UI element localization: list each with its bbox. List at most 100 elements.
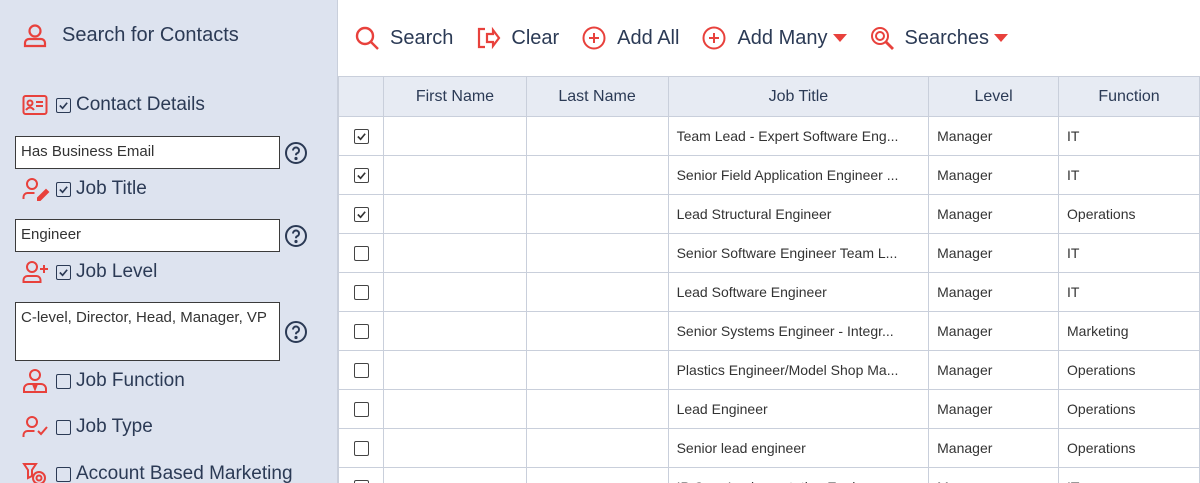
first-name-cell [383,428,527,468]
help-icon[interactable] [284,224,308,248]
sidebar: Search for Contacts Contact Details Has … [0,0,337,483]
job-title-field[interactable]: Engineer [15,219,280,252]
help-icon[interactable] [284,320,308,344]
searches-button[interactable]: Searches [869,25,1008,51]
table-row[interactable]: Lead Software Engineer Manager IT [338,272,1200,312]
id-card-icon [22,92,52,118]
search-button[interactable]: Search [354,25,453,51]
job-title-cell: Senior Systems Engineer - Integr... [667,311,930,351]
row-checkbox[interactable] [353,363,369,379]
job-title-cell: Team Lead - Expert Software Eng... [667,116,930,156]
section-job-type[interactable]: Job Type [22,414,153,440]
user-tie-icon [22,368,52,394]
row-select-cell [338,233,385,273]
first-name-cell [383,350,527,390]
level-cell: Manager [928,155,1060,195]
section-contact-details[interactable]: Contact Details [22,92,205,118]
level-cell: Manager [928,467,1060,483]
level-cell: Manager [928,272,1060,312]
contact-details-checkbox[interactable] [56,97,71,113]
table-row[interactable]: Senior Software Engineer Team L... Manage… [338,233,1200,273]
job-title-checkbox[interactable] [56,181,71,197]
row-checkbox[interactable] [353,324,369,340]
job-title-cell: Lead Engineer [667,389,930,429]
last-name-cell [525,233,669,273]
job-level-field[interactable]: C-level, Director, Head, Manager, VP [15,302,280,361]
account-based-marketing-checkbox[interactable] [56,466,71,482]
table-row[interactable]: Lead Structural Engineer Manager Operation… [338,194,1200,234]
section-account-based-marketing[interactable]: Account Based Marketing [22,461,293,483]
row-checkbox[interactable] [353,168,369,184]
section-label: Job Function [76,370,185,391]
row-checkbox[interactable] [353,207,369,223]
row-checkbox[interactable] [353,129,369,145]
job-title-cell: Lead Structural Engineer [667,194,930,234]
first-name-cell [383,389,527,429]
add-all-button[interactable]: Add All [581,25,679,51]
level-cell: Manager [928,233,1060,273]
table-row[interactable]: IP Core Implementation EngineerManagerIT [338,467,1200,483]
job-title-cell: Plastics Engineer/Model Shop Ma... [667,350,930,390]
contact-details-field[interactable]: Has Business Email [15,136,280,169]
clear-button[interactable]: Clear [475,25,559,51]
job-function-checkbox[interactable] [56,373,71,389]
section-job-title[interactable]: Job Title [22,176,147,202]
plus-circle-icon [702,26,726,50]
job-title-cell: Senior Software Engineer Team L... [667,233,930,273]
add-many-button[interactable]: Add Many [701,25,847,51]
row-checkbox[interactable] [353,441,369,457]
first-name-cell [383,311,527,351]
row-checkbox[interactable] [353,402,369,418]
section-label: Contact Details [76,94,205,115]
row-select-cell [338,389,385,429]
search-label: Search [390,26,454,49]
column-header-first-name[interactable]: First Name [383,76,527,117]
table-row[interactable]: Lead Engineer Manager Operations [338,389,1200,429]
last-name-cell [525,350,669,390]
first-name-cell [383,272,527,312]
level-cell: Manager [928,311,1060,351]
function-cell: Operations [1058,194,1200,234]
last-name-cell [525,155,669,195]
row-select-cell [338,155,385,195]
column-header-job-title[interactable]: Job Title [667,76,930,117]
last-name-cell [525,311,669,351]
job-title-cell: Senior Field Application Engineer ... [667,155,930,195]
job-level-checkbox[interactable] [56,264,71,280]
column-header-last-name[interactable]: Last Name [525,76,669,117]
first-name-cell [383,233,527,273]
function-cell: Operations [1058,350,1200,390]
section-job-level[interactable]: Job Level [22,259,157,285]
user-plus-icon [22,259,52,285]
section-label: Account Based Marketing [76,463,293,483]
level-cell: Manager [928,389,1060,429]
section-label: Job Level [76,261,158,282]
results-table: First Name Last Name Job Title Level Fun… [338,76,1200,483]
table-row[interactable]: Senior Systems Engineer - Integr... Manag… [338,311,1200,351]
user-icon [23,24,47,48]
table-row[interactable]: Senior lead engineer Manager Operations [338,428,1200,468]
toolbar: Search Clear Add All Add Many Searches [338,0,1200,76]
first-name-cell [383,155,527,195]
function-cell: IT [1058,116,1200,156]
function-cell: Marketing [1058,311,1200,351]
table-row[interactable]: Senior Field Application Engineer ... Man… [338,155,1200,195]
target-icon [22,461,52,483]
section-job-function[interactable]: Job Function [22,368,185,394]
first-name-cell [383,467,527,483]
row-checkbox[interactable] [353,285,369,301]
column-header-function[interactable]: Function [1058,76,1200,117]
job-type-checkbox[interactable] [56,419,71,435]
user-edit-icon [22,176,52,202]
last-name-cell [525,467,669,483]
row-select-cell [338,272,385,312]
level-cell: Manager [928,428,1060,468]
table-row[interactable]: Plastics Engineer/Model Shop Ma... Manage… [338,350,1200,390]
column-header-select [338,76,385,117]
table-row[interactable]: Team Lead - Expert Software Eng... Manage… [338,116,1200,156]
row-select-cell [338,116,385,156]
sidebar-header-label: Search for Contacts [62,23,239,46]
help-icon[interactable] [284,141,308,165]
column-header-level[interactable]: Level [928,76,1060,117]
row-checkbox[interactable] [353,246,369,262]
